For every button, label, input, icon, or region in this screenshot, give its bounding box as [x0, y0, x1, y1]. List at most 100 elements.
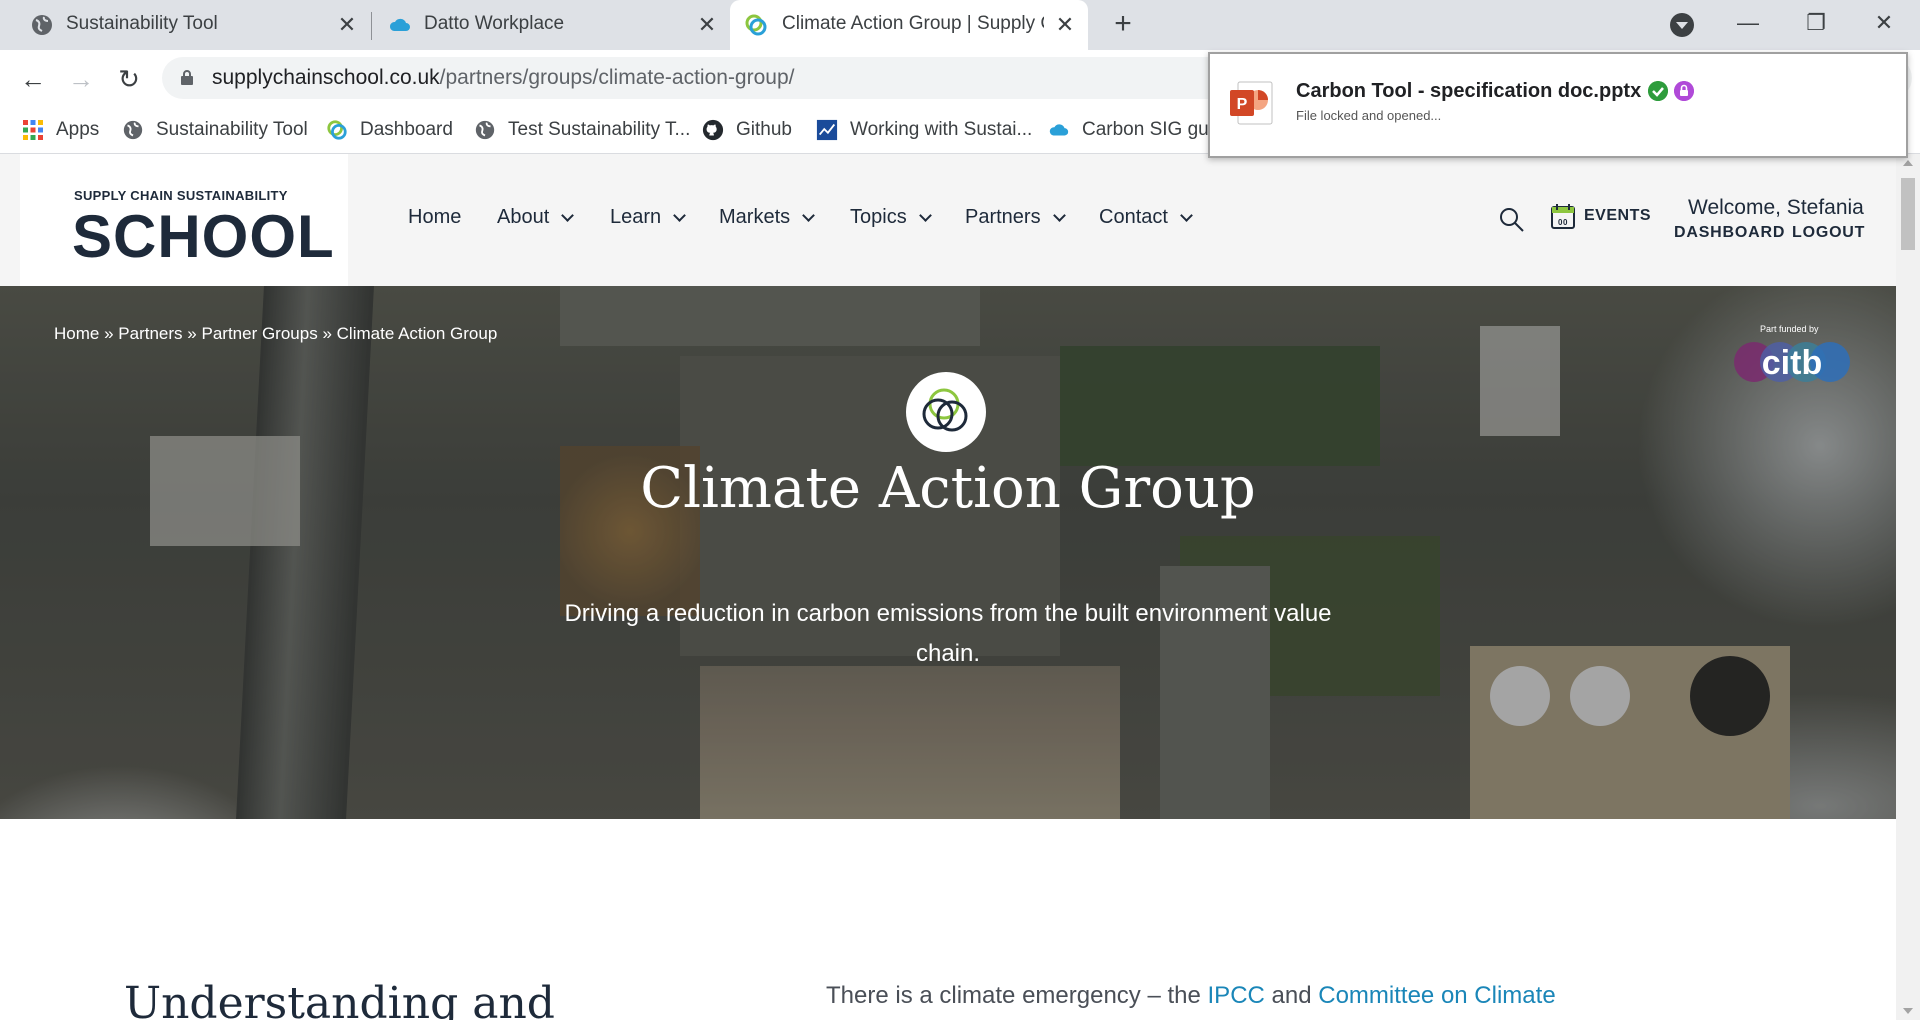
breadcrumb-partners[interactable]: Partners — [118, 324, 182, 343]
breadcrumb-current: Climate Action Group — [336, 324, 498, 343]
breadcrumb-partner-groups[interactable]: Partner Groups — [201, 324, 317, 343]
tab-sustainability-tool[interactable]: Sustainability Tool ✕ — [0, 0, 370, 50]
notification-subtitle: File locked and opened... — [1296, 108, 1442, 123]
lock-icon — [1674, 81, 1694, 101]
menu-learn[interactable]: Learn — [610, 206, 687, 229]
bookmark-label: Working with Sustai... — [850, 119, 1033, 140]
new-tab-button[interactable]: + — [1108, 9, 1138, 40]
file-notification[interactable]: P Carbon Tool - specification doc.pptx F… — [1208, 52, 1908, 158]
back-button[interactable]: ← — [16, 62, 50, 96]
logo-wordmark: SCHOOL — [72, 203, 335, 270]
committee-link[interactable]: Committee on Climate — [1318, 982, 1555, 1009]
svg-text:00: 00 — [1558, 218, 1568, 227]
chevron-down-icon — [918, 208, 932, 222]
web-page: SUPPLY CHAIN SUSTAINABILITY SCHOOL Home … — [0, 154, 1896, 1020]
rings-icon — [922, 388, 968, 432]
tab-climate-action-group[interactable]: Climate Action Group | Supply Cl ✕ — [730, 0, 1088, 50]
bookmark-label: Carbon SIG guid — [1082, 119, 1224, 140]
site-logo-icon — [327, 120, 347, 140]
breadcrumb-separator: » — [187, 324, 197, 343]
globe-icon — [123, 120, 143, 140]
chevron-down-icon — [1180, 208, 1193, 222]
logout-link[interactable]: LOGOUT — [1792, 224, 1865, 242]
tab-close-button[interactable]: ✕ — [334, 12, 360, 38]
scroll-down-icon[interactable] — [1903, 1008, 1913, 1014]
events-label: EVENTS — [1584, 207, 1652, 224]
menu-topics[interactable]: Topics — [850, 206, 932, 229]
bookmark-dashboard[interactable]: Dashboard — [326, 114, 453, 146]
check-icon — [1648, 81, 1668, 101]
breadcrumb-home[interactable]: Home — [54, 324, 99, 343]
globe-icon — [475, 120, 495, 140]
breadcrumb-separator: » — [104, 324, 114, 343]
page-scrollbar[interactable] — [1896, 154, 1920, 1020]
events-link[interactable]: 00 EVENTS — [1550, 202, 1651, 230]
tab-search-menu-icon[interactable] — [1670, 13, 1694, 37]
menu-markets[interactable]: Markets — [719, 206, 815, 229]
page-title: Climate Action Group — [640, 456, 1256, 521]
bookmark-working-with[interactable]: Working with Sustai... — [816, 114, 1032, 146]
paragraph-text: and — [1264, 982, 1319, 1009]
bookmark-label: Github — [736, 119, 792, 140]
search-icon[interactable] — [1498, 206, 1526, 234]
restore-button[interactable]: ❐ — [1796, 8, 1836, 38]
chevron-down-icon — [802, 208, 815, 222]
tab-datto-workplace[interactable]: Datto Workplace ✕ — [372, 0, 728, 50]
menu-label: Home — [408, 206, 462, 228]
page-subtitle: Driving a reduction in carbon emissions … — [564, 600, 1332, 667]
powerpoint-icon: P — [1230, 81, 1273, 125]
dashboard-link[interactable]: DASHBOARD — [1674, 224, 1785, 242]
chevron-down-icon — [673, 208, 687, 222]
menu-about[interactable]: About — [497, 206, 575, 229]
scroll-thumb[interactable] — [1901, 178, 1915, 250]
menu-label: Learn — [610, 206, 662, 228]
chart-icon — [816, 119, 838, 141]
bookmark-label: Apps — [56, 119, 100, 140]
apps-grid-icon — [23, 120, 43, 140]
minimize-button[interactable]: — — [1728, 8, 1768, 38]
section-paragraph: There is a climate emergency – the IPCC … — [826, 982, 1556, 1010]
bookmark-test-sustainability[interactable]: Test Sustainability T... — [474, 114, 690, 146]
menu-contact[interactable]: Contact — [1099, 206, 1193, 229]
ipcc-link[interactable]: IPCC — [1208, 982, 1265, 1009]
menu-home[interactable]: Home — [408, 206, 461, 229]
bookmark-carbon-sig[interactable]: Carbon SIG guid — [1048, 114, 1224, 146]
cloud-icon — [389, 18, 410, 31]
url-text[interactable]: supplychainschool.co.uk/partners/groups/… — [212, 66, 794, 90]
tab-title: Climate Action Group | Supply Cl — [782, 13, 1044, 34]
url-path: /partners/groups/climate-action-group/ — [439, 66, 795, 89]
bookmark-label: Dashboard — [360, 119, 453, 140]
globe-icon — [32, 15, 52, 35]
forward-button[interactable]: → — [64, 62, 98, 96]
tab-close-button[interactable]: ✕ — [1052, 12, 1078, 38]
menu-partners[interactable]: Partners — [965, 206, 1066, 229]
paragraph-text: There is a climate emergency – the — [826, 982, 1208, 1009]
breadcrumb-separator: » — [322, 324, 332, 343]
tab-close-button[interactable]: ✕ — [694, 12, 720, 38]
site-logo[interactable]: SUPPLY CHAIN SUSTAINABILITY SCHOOL — [20, 154, 348, 286]
calendar-icon: 00 — [1551, 204, 1575, 229]
scroll-up-icon[interactable] — [1903, 160, 1913, 166]
site-logo-icon — [745, 14, 767, 36]
menu-label: Contact — [1099, 206, 1168, 228]
notification-title: Carbon Tool - specification doc.pptx — [1296, 80, 1642, 102]
logo-tagline: SUPPLY CHAIN SUSTAINABILITY — [74, 188, 288, 203]
citb-logo[interactable]: citb — [1732, 336, 1852, 384]
bookmark-sustainability-tool[interactable]: Sustainability Tool — [122, 114, 308, 146]
svg-text:P: P — [1237, 96, 1248, 113]
bookmark-label: Sustainability Tool — [156, 119, 308, 140]
bookmark-apps[interactable]: Apps — [22, 114, 99, 146]
menu-label: Markets — [719, 206, 791, 228]
breadcrumb: Home » Partners » Partner Groups » Clima… — [54, 324, 497, 344]
citb-logo-text: citb — [1762, 344, 1822, 382]
bookmark-github[interactable]: Github — [702, 114, 792, 146]
url-domain: supplychainschool.co.uk — [212, 66, 440, 89]
tab-title: Datto Workplace — [424, 13, 565, 34]
tab-title: Sustainability Tool — [66, 13, 218, 34]
window-close-button[interactable]: ✕ — [1864, 8, 1904, 38]
cloud-icon — [1049, 124, 1069, 136]
welcome-text: Welcome, Stefania — [1688, 196, 1864, 219]
reload-button[interactable]: ↻ — [112, 62, 146, 96]
menu-label: About — [497, 206, 550, 228]
hero-banner: Home » Partners » Partner Groups » Clima… — [0, 286, 1896, 819]
